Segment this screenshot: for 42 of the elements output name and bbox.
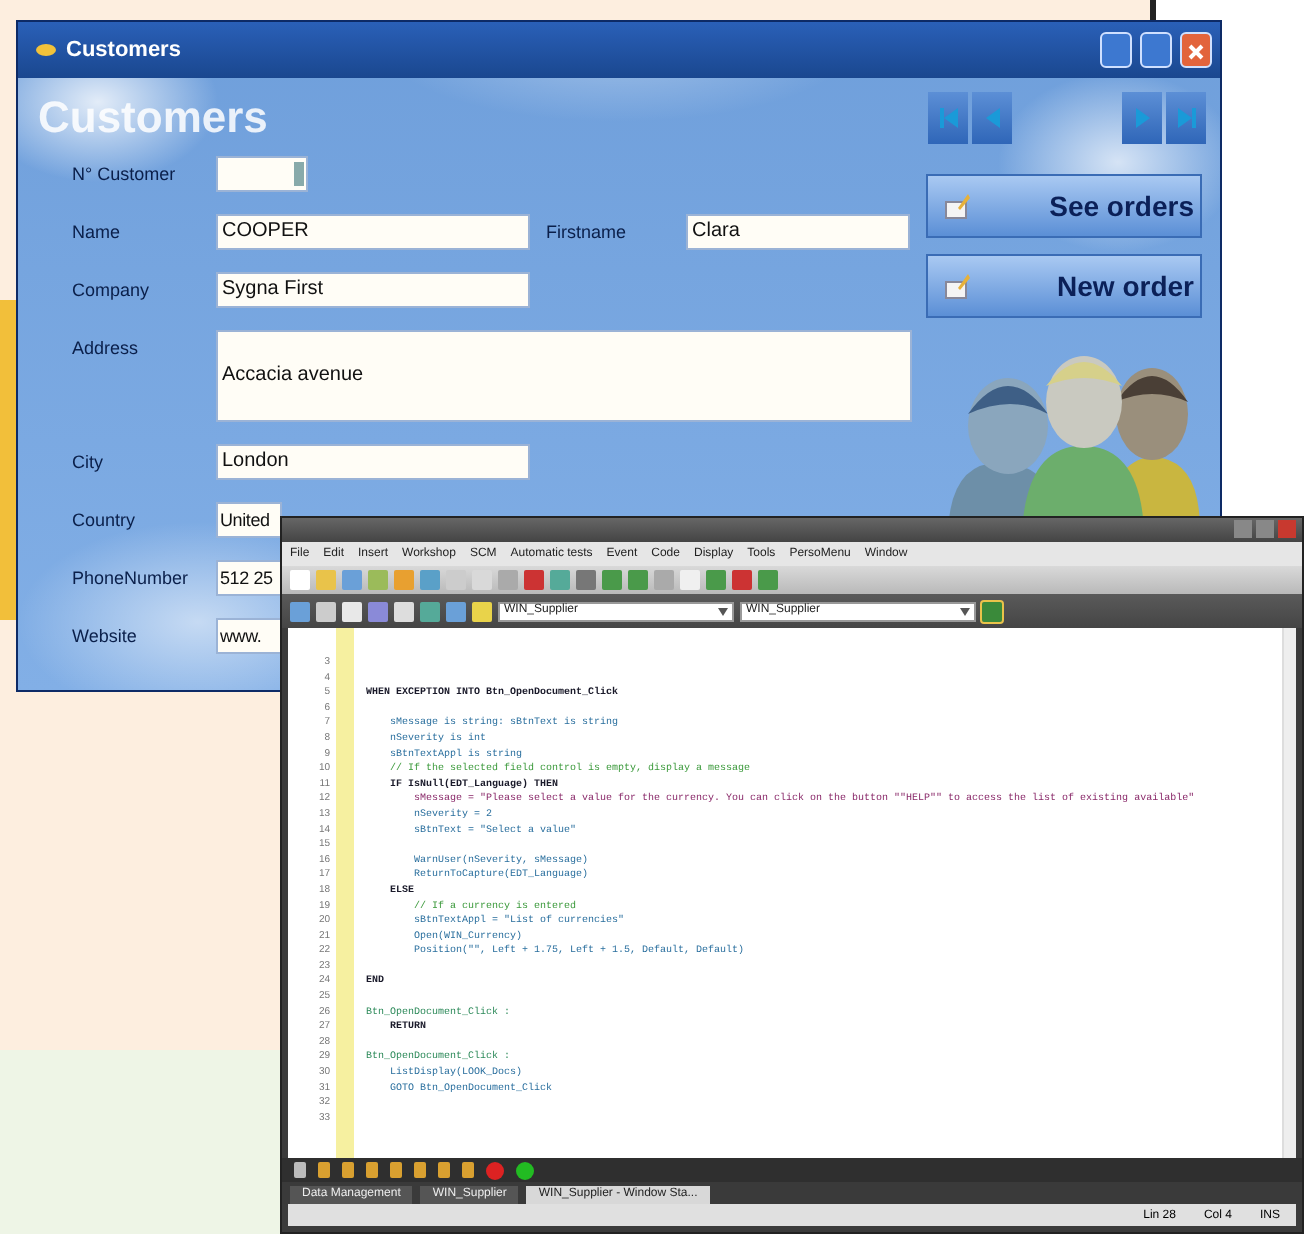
close-button[interactable] xyxy=(1180,32,1212,68)
field-label: PhoneNumber xyxy=(70,566,191,592)
app-icon xyxy=(34,42,58,58)
last-button[interactable] xyxy=(1166,92,1206,144)
edit-icon xyxy=(944,272,972,300)
input-field[interactable]: 512 25 xyxy=(216,560,282,596)
action-button[interactable]: New order xyxy=(926,254,1202,318)
field-label: City xyxy=(70,450,105,476)
skip-back-icon xyxy=(937,104,959,132)
edit-icon xyxy=(944,192,972,220)
right-triangle-icon xyxy=(1131,104,1153,132)
input-field[interactable]: United xyxy=(216,502,282,538)
previous-button[interactable] xyxy=(972,92,1012,144)
address-field[interactable]: Accacia avenue xyxy=(216,330,912,422)
input-field[interactable]: COOPER xyxy=(216,214,530,250)
first-button[interactable] xyxy=(928,92,968,144)
field-label: Company xyxy=(70,278,152,304)
input-field[interactable]: London xyxy=(216,444,530,480)
action-button[interactable]: See orders xyxy=(926,174,1202,238)
field-label: Website xyxy=(70,624,139,650)
toolbar-button[interactable] xyxy=(982,601,1002,621)
input-field[interactable]: Sygna First xyxy=(216,272,530,308)
field-label: Country xyxy=(70,508,138,534)
field-label: Firstname xyxy=(544,220,629,246)
next-button[interactable] xyxy=(1122,92,1162,144)
close-icon xyxy=(1188,43,1204,59)
left-triangle-icon xyxy=(981,104,1003,132)
maximize-button[interactable] xyxy=(1140,32,1172,68)
status-dot-icon xyxy=(486,1161,504,1179)
input-field[interactable]: www. xyxy=(216,618,282,654)
scrollbar[interactable] xyxy=(1282,628,1296,1158)
field-label: Address xyxy=(70,336,141,362)
field-label: Name xyxy=(70,220,123,246)
minimize-button[interactable] xyxy=(1100,32,1132,68)
dropdown-icon xyxy=(718,607,728,615)
field-label: N° Customer xyxy=(70,162,178,188)
skip-forward-icon xyxy=(1175,104,1197,132)
window-title: Customers xyxy=(66,38,183,62)
status-dot-icon xyxy=(516,1161,534,1179)
input-field[interactable]: Clara xyxy=(686,214,910,250)
number-field[interactable] xyxy=(216,156,308,192)
dropdown-icon xyxy=(960,607,970,615)
